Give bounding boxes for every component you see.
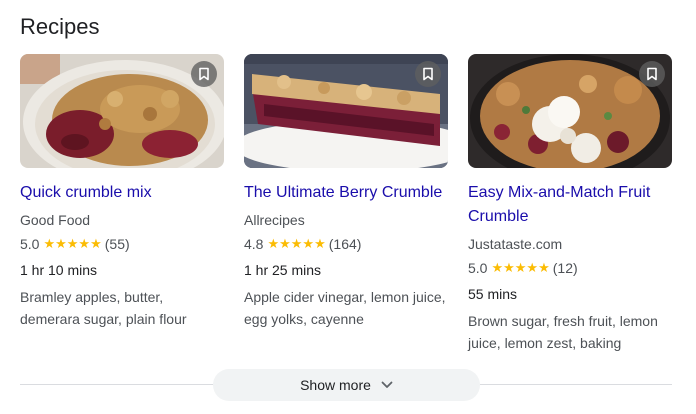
save-button[interactable] [415,61,441,87]
save-button[interactable] [191,61,217,87]
recipe-thumbnail[interactable] [468,54,672,168]
save-button[interactable] [639,61,665,87]
recipe-rating: 5.0 ★★★★★ (55) [20,234,224,254]
recipe-title-link[interactable]: Quick crumble mix [20,181,224,205]
recipe-time: 1 hr 25 mins [244,262,322,278]
recipe-ingredients: Apple cider vinegar, lemon juice, egg yo… [244,289,446,327]
recipe-rating: 4.8 ★★★★★ (164) [244,234,448,254]
recipe-card[interactable]: Quick crumble mix Good Food 5.0 ★★★★★ (5… [20,54,224,330]
section-title: Recipes [20,14,100,39]
rating-value: 4.8 [244,236,264,252]
recipe-title-link[interactable]: The Ultimate Berry Crumble [244,181,448,205]
review-count: (164) [328,236,362,252]
recipe-time: 55 mins [468,286,518,302]
recipe-thumbnail[interactable] [244,54,448,168]
recipe-source: Allrecipes [244,212,305,228]
recipe-rating: 5.0 ★★★★★ (12) [468,258,672,278]
star-rating-icon: ★★★★★ [267,236,326,251]
chevron-down-icon [381,381,393,389]
star-rating-icon: ★★★★★ [43,236,102,251]
recipe-card[interactable]: The Ultimate Berry Crumble Allrecipes 4.… [244,54,448,330]
bookmark-icon [647,67,657,81]
recipe-card[interactable]: Easy Mix-and-Match Fruit Crumble Justata… [468,54,672,354]
divider [20,384,214,385]
rating-value: 5.0 [468,260,488,276]
review-count: (12) [552,260,578,276]
show-more-button[interactable]: Show more [213,369,480,401]
star-rating-icon: ★★★★★ [491,260,550,275]
recipe-time: 1 hr 10 mins [20,262,98,278]
recipe-ingredients: Bramley apples, butter, demerara sugar, … [20,289,187,327]
show-more-label: Show more [300,377,371,393]
recipe-source: Good Food [20,212,91,228]
recipe-title-link[interactable]: Easy Mix-and-Match Fruit Crumble [468,181,672,229]
recipe-ingredients: Brown sugar, fresh fruit, lemon juice, l… [468,313,658,351]
recipe-carousel: Quick crumble mix Good Food 5.0 ★★★★★ (5… [20,54,672,354]
bookmark-icon [199,67,209,81]
review-count: (55) [104,236,130,252]
recipe-thumbnail[interactable] [20,54,224,168]
divider [480,384,672,385]
recipe-source: Justataste.com [468,236,563,252]
bookmark-icon [423,67,433,81]
rating-value: 5.0 [20,236,40,252]
